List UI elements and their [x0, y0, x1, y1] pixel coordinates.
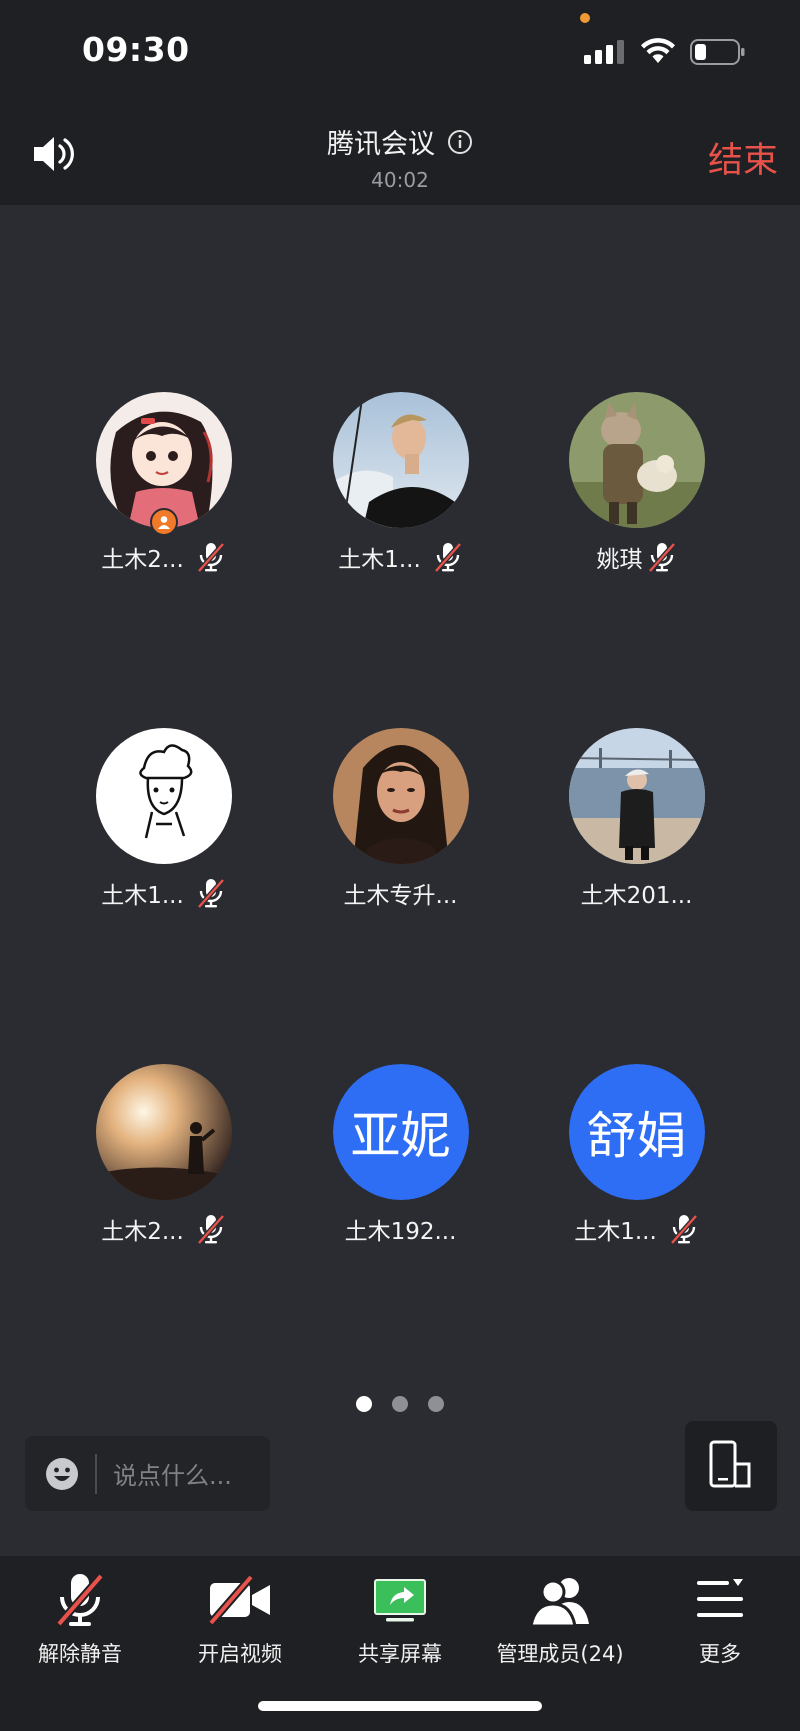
participant-avatar: 亚妮 — [332, 1064, 469, 1200]
mic-muted-icon — [669, 1214, 698, 1245]
start-video-button[interactable]: 开启视频 — [160, 1570, 320, 1670]
meeting-header: 腾讯会议 40:02 结束 — [0, 110, 800, 205]
more-button[interactable]: 更多 — [640, 1570, 800, 1670]
participant-tile[interactable]: 姚琪 — [518, 392, 755, 592]
unmute-button[interactable]: 解除静音 — [0, 1570, 160, 1670]
page-dot[interactable] — [356, 1396, 372, 1412]
privacy-indicator-dot — [580, 13, 590, 23]
more-label: 更多 — [699, 1642, 741, 1666]
battery-icon — [690, 39, 745, 65]
participant-name: 土木201... — [580, 883, 693, 909]
participant-avatar — [568, 728, 705, 864]
members-icon — [529, 1578, 589, 1626]
participant-avatar — [568, 392, 705, 528]
rotate-screen-icon — [709, 1440, 751, 1488]
meeting-title: 腾讯会议 — [327, 129, 435, 160]
participant-name: 土木1... — [574, 1219, 657, 1245]
home-indicator[interactable] — [258, 1701, 542, 1711]
participant-avatar — [95, 1064, 232, 1200]
mic-muted-icon — [55, 1573, 105, 1627]
chat-divider — [95, 1453, 97, 1494]
host-badge-icon — [149, 508, 178, 536]
participant-avatar: 舒娟 — [568, 1064, 705, 1200]
rotate-screen-button[interactable] — [685, 1421, 777, 1511]
participant-tile[interactable]: 土木201... — [518, 728, 755, 928]
participant-tile[interactable]: 土木专升... — [282, 728, 519, 928]
status-bar: 09:30 — [0, 0, 800, 100]
participant-tile[interactable]: 土木1... — [45, 728, 282, 928]
participant-name: 土木192... — [344, 1219, 457, 1245]
participant-tile[interactable]: 土木1... — [282, 392, 519, 592]
mic-muted-icon — [196, 878, 225, 909]
share-screen-button[interactable]: 共享屏幕 — [320, 1570, 480, 1670]
more-menu-icon — [697, 1579, 743, 1617]
participant-name: 土木2... — [101, 547, 184, 573]
chat-input[interactable]: 说点什么... — [25, 1436, 270, 1511]
page-dot[interactable] — [428, 1396, 444, 1412]
manage-members-button[interactable]: 管理成员(24) — [480, 1570, 640, 1670]
emoji-icon[interactable] — [45, 1457, 79, 1491]
unmute-label: 解除静音 — [38, 1642, 122, 1666]
title-area: 腾讯会议 — [0, 122, 800, 161]
mic-muted-icon — [433, 542, 462, 573]
avatar-initials: 舒娟 — [568, 1064, 705, 1200]
participant-name: 土木1... — [338, 547, 421, 573]
participant-name: 土木2... — [101, 1219, 184, 1245]
status-time: 09:30 — [82, 30, 190, 69]
page-dot[interactable] — [392, 1396, 408, 1412]
participant-name: 土木专升... — [343, 883, 458, 909]
share-screen-icon — [374, 1579, 426, 1622]
top-bar: 09:30 腾讯会议 40:02 结束 — [0, 0, 800, 205]
participant-name: 姚琪 — [596, 547, 643, 573]
mic-muted-icon — [647, 542, 676, 573]
wifi-icon — [641, 38, 675, 63]
page-indicator[interactable] — [0, 1396, 800, 1412]
cellular-signal-icon — [584, 40, 624, 64]
end-meeting-button[interactable]: 结束 — [708, 132, 778, 183]
participant-name: 土木1... — [101, 883, 184, 909]
start-video-label: 开启视频 — [198, 1642, 282, 1666]
participant-tile[interactable]: 土木2... — [45, 392, 282, 592]
mic-muted-icon — [196, 542, 225, 573]
participant-tile[interactable]: 舒娟 土木1... — [518, 1064, 755, 1264]
info-icon[interactable] — [447, 129, 473, 155]
avatar-initials: 亚妮 — [332, 1064, 469, 1200]
chat-placeholder: 说点什么... — [113, 1462, 232, 1490]
participant-avatar — [95, 728, 232, 864]
mic-muted-icon — [196, 1214, 225, 1245]
participant-tile[interactable]: 亚妮 土木192... — [282, 1064, 519, 1264]
meeting-duration: 40:02 — [371, 168, 429, 192]
manage-members-label: 管理成员(24) — [496, 1642, 624, 1666]
share-screen-label: 共享屏幕 — [358, 1642, 442, 1666]
participant-avatar — [332, 392, 469, 528]
video-off-icon — [207, 1575, 270, 1625]
participant-avatar — [332, 728, 469, 864]
participant-tile[interactable]: 土木2... — [45, 1064, 282, 1264]
